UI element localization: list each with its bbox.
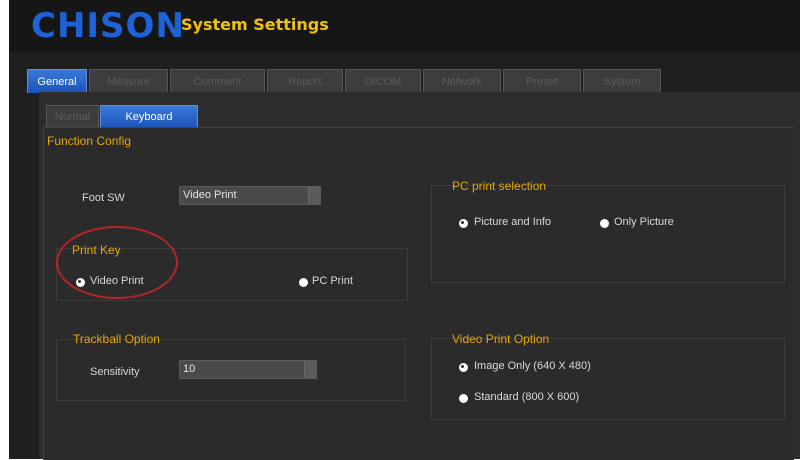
tab-report[interactable]: Report: [267, 69, 343, 93]
tab-measure[interactable]: Measure: [89, 69, 168, 93]
brand-logo: CHISON: [31, 6, 185, 46]
foot-sw-label: Foot SW: [82, 192, 125, 204]
foot-sw-value: Video Print: [183, 189, 237, 201]
picture-and-info-label: Picture and Info: [474, 216, 552, 228]
trackball-option-title: Trackball Option: [73, 332, 160, 346]
tab-general[interactable]: General: [27, 69, 87, 93]
app-root: CHISON System Settings General Measure C…: [0, 0, 800, 460]
video-print-option-group: [431, 338, 785, 420]
tab-system[interactable]: System: [583, 69, 661, 93]
pc-print-label: PC Print: [312, 275, 353, 287]
sensitivity-stepper[interactable]: 10: [179, 360, 317, 379]
stepper-arrows-icon[interactable]: [304, 361, 316, 378]
tab-comment[interactable]: Comment: [170, 69, 265, 93]
standard-label: Standard (800 X 600): [474, 391, 580, 403]
tab-normal[interactable]: Normal: [46, 105, 99, 129]
tab-preset[interactable]: Preset: [503, 69, 581, 93]
pc-print-selection-title: PC print selection: [452, 179, 547, 193]
tab-keyboard[interactable]: Keyboard: [100, 105, 198, 129]
video-print-option-title: Video Print Option: [452, 332, 550, 346]
tab-network[interactable]: Network: [423, 69, 501, 93]
only-picture-label: Only Picture: [614, 216, 674, 228]
radio-pc-print[interactable]: [299, 278, 308, 287]
radio-image-only[interactable]: [459, 363, 468, 372]
sensitivity-value: 10: [183, 363, 196, 375]
annotation-circle: [56, 226, 178, 299]
tab-dicom[interactable]: DICOM: [345, 69, 421, 93]
radio-picture-and-info[interactable]: [459, 219, 468, 228]
radio-only-picture[interactable]: [600, 219, 609, 228]
pc-print-selection-group: [431, 185, 785, 283]
chevron-down-icon: [308, 187, 320, 204]
foot-sw-select[interactable]: Video Print: [179, 186, 321, 205]
header-bar: CHISON System Settings: [9, 0, 800, 52]
sensitivity-label: Sensitivity: [90, 366, 140, 378]
page-title: System Settings: [181, 15, 329, 34]
function-config-title: Function Config: [47, 134, 132, 148]
image-only-label: Image Only (640 X 480): [474, 360, 591, 372]
radio-standard[interactable]: [459, 394, 468, 403]
